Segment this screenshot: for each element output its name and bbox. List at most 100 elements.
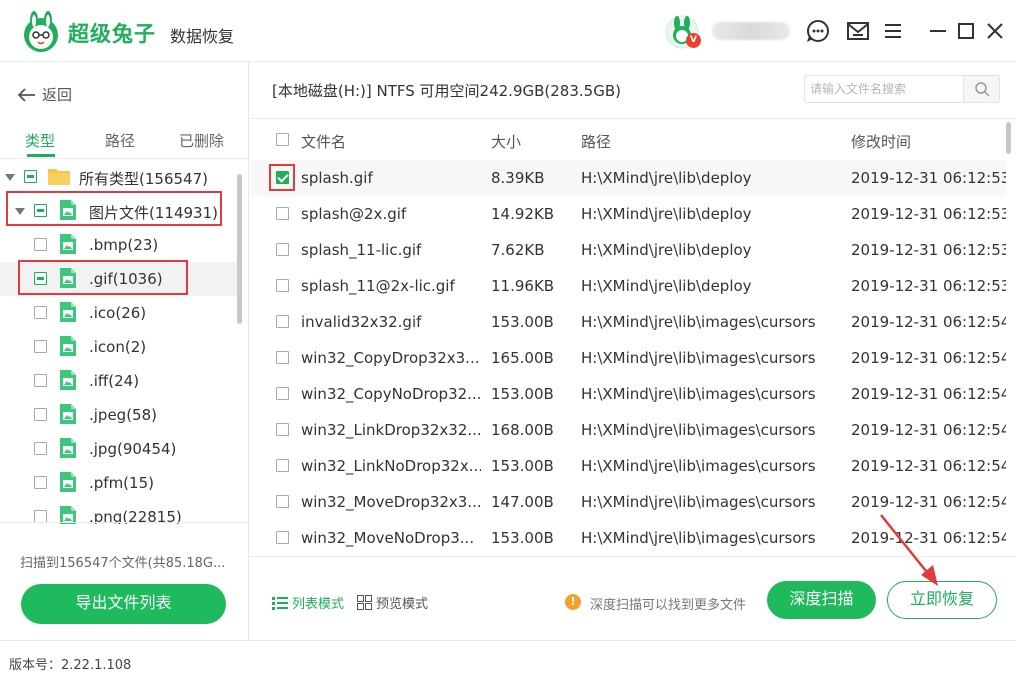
- table-row[interactable]: splash_11-lic.gif 7.62KB H:\XMind\jre\li…: [250, 232, 1006, 268]
- column-header-name[interactable]: 文件名: [301, 131, 346, 152]
- search-button[interactable]: [963, 76, 999, 102]
- folder-icon: [48, 169, 70, 185]
- tree-item-icon[interactable]: .icon(2): [0, 330, 240, 364]
- row-checkbox[interactable]: [276, 387, 289, 400]
- row-checkbox[interactable]: [276, 243, 289, 256]
- row-checkbox[interactable]: [276, 279, 289, 292]
- cell-size: 153.00B: [491, 385, 554, 403]
- tab-path[interactable]: 路径: [105, 130, 135, 151]
- tree-item-all-types[interactable]: 所有类型(156547): [0, 160, 240, 194]
- table-row[interactable]: win32_MoveNoDrop3... 153.00B H:\XMind\jr…: [250, 520, 1006, 556]
- tree-checkbox[interactable]: [34, 374, 47, 387]
- cell-name: win32_LinkNoDrop32x...: [301, 457, 481, 475]
- cell-mtime: 2019-12-31 06:12:53: [851, 277, 1006, 295]
- table-scrollbar[interactable]: [1006, 122, 1011, 154]
- cell-path: H:\XMind\jre\lib\images\cursors: [581, 385, 816, 403]
- table-row[interactable]: invalid32x32.gif 153.00B H:\XMind\jre\li…: [250, 304, 1006, 340]
- tab-type[interactable]: 类型: [25, 130, 55, 151]
- tab-deleted[interactable]: 已删除: [179, 130, 224, 151]
- select-all-checkbox[interactable]: [276, 133, 289, 146]
- list-view-icon: [272, 596, 288, 610]
- search-icon: [975, 82, 990, 97]
- maximize-icon[interactable]: [953, 18, 979, 44]
- deep-scan-tip: 深度扫描可以找到更多文件: [590, 598, 747, 613]
- preview-mode-label: 预览模式: [376, 597, 429, 612]
- cell-name: win32_MoveDrop32x3...: [301, 493, 481, 511]
- cell-name: invalid32x32.gif: [301, 313, 422, 331]
- tree-checkbox[interactable]: [34, 340, 47, 353]
- row-checkbox[interactable]: [276, 315, 289, 328]
- row-checkbox[interactable]: [276, 531, 289, 544]
- cell-mtime: 2019-12-31 06:12:54: [851, 313, 1006, 331]
- column-header-mtime[interactable]: 修改时间: [851, 131, 911, 152]
- image-file-icon: [60, 370, 76, 390]
- tree-item-iff[interactable]: .iff(24): [0, 364, 240, 398]
- column-header-path[interactable]: 路径: [581, 131, 611, 152]
- menu-icon[interactable]: [880, 18, 906, 44]
- tree-checkbox[interactable]: [34, 442, 47, 455]
- cell-size: 153.00B: [491, 529, 554, 547]
- cell-name: splash_11@2x-lic.gif: [301, 277, 455, 295]
- support-icon[interactable]: [805, 18, 831, 44]
- row-checkbox[interactable]: [276, 459, 289, 472]
- cell-size: 8.39KB: [491, 169, 545, 187]
- recover-now-button[interactable]: 立即恢复: [887, 581, 997, 619]
- tree-checkbox[interactable]: [34, 306, 47, 319]
- tree-checkbox[interactable]: [24, 170, 37, 183]
- caret-down-icon[interactable]: [5, 174, 15, 181]
- table-row[interactable]: win32_MoveDrop32x3... 147.00B H:\XMind\j…: [250, 484, 1006, 520]
- row-checkbox[interactable]: [276, 351, 289, 364]
- cell-size: 153.00B: [491, 313, 554, 331]
- image-file-icon: [60, 234, 76, 254]
- tree-scrollbar[interactable]: [237, 174, 242, 324]
- deep-scan-button[interactable]: 深度扫描: [767, 581, 876, 619]
- row-checkbox[interactable]: [276, 423, 289, 436]
- list-mode-toggle[interactable]: 列表模式: [272, 593, 344, 612]
- message-icon[interactable]: [845, 18, 871, 44]
- tree-label: .jpg(90454): [89, 440, 177, 458]
- tree-label: .jpeg(58): [89, 406, 157, 424]
- image-file-icon: [60, 336, 76, 356]
- table-row[interactable]: splash_11@2x-lic.gif 11.96KB H:\XMind\jr…: [250, 268, 1006, 304]
- tree-item-bmp[interactable]: .bmp(23): [0, 228, 240, 262]
- tree-item-png[interactable]: .png(22815): [0, 500, 240, 524]
- table-row[interactable]: win32_LinkDrop32x32.... 168.00B H:\XMind…: [250, 412, 1006, 448]
- title-bar: 超级兔子 数据恢复 V: [0, 0, 1016, 62]
- cell-name: win32_CopyDrop32x3...: [301, 349, 480, 367]
- tree-checkbox[interactable]: [34, 238, 47, 251]
- username-blurred[interactable]: [712, 22, 790, 40]
- table-row[interactable]: win32_LinkNoDrop32x... 153.00B H:\XMind\…: [250, 448, 1006, 484]
- tree-item-jpg[interactable]: .jpg(90454): [0, 432, 240, 466]
- brand-name: 超级兔子: [68, 21, 156, 46]
- table-row[interactable]: splash@2x.gif 14.92KB H:\XMind\jre\lib\d…: [250, 196, 1006, 232]
- close-icon[interactable]: [982, 18, 1008, 44]
- back-button[interactable]: 返回: [18, 84, 72, 105]
- cell-name: splash.gif: [301, 169, 373, 187]
- table-row[interactable]: splash.gif 8.39KB H:\XMind\jre\lib\deplo…: [250, 160, 1006, 196]
- search-box: [804, 75, 1000, 103]
- tree-item-pfm[interactable]: .pfm(15): [0, 466, 240, 500]
- tree-label: .iff(24): [89, 372, 140, 390]
- back-label: 返回: [42, 86, 73, 104]
- tree-item-ico[interactable]: .ico(26): [0, 296, 240, 330]
- search-input[interactable]: [805, 76, 963, 102]
- preview-mode-toggle[interactable]: 预览模式: [357, 593, 428, 612]
- tree-item-jpeg[interactable]: .jpeg(58): [0, 398, 240, 432]
- minimize-icon[interactable]: [925, 18, 951, 44]
- tree-label: .ico(26): [89, 304, 147, 322]
- row-checkbox[interactable]: [276, 495, 289, 508]
- export-file-list-button[interactable]: 导出文件列表: [21, 584, 226, 624]
- table-row[interactable]: win32_CopyDrop32x3... 165.00B H:\XMind\j…: [250, 340, 1006, 376]
- version-label: 版本号：2.22.1.108: [9, 658, 132, 673]
- cell-mtime: 2019-12-31 06:12:54: [851, 349, 1006, 367]
- tree-checkbox[interactable]: [34, 476, 47, 489]
- cell-path: H:\XMind\jre\lib\images\cursors: [581, 457, 816, 475]
- row-checkbox[interactable]: [276, 207, 289, 220]
- tree-label: .bmp(23): [89, 236, 159, 254]
- column-header-size[interactable]: 大小: [491, 131, 521, 152]
- cell-size: 7.62KB: [491, 241, 545, 259]
- table-row[interactable]: win32_CopyNoDrop32... 153.00B H:\XMind\j…: [250, 376, 1006, 412]
- tree-checkbox[interactable]: [34, 408, 47, 421]
- cell-path: H:\XMind\jre\lib\images\cursors: [581, 529, 816, 547]
- cell-mtime: 2019-12-31 06:12:53: [851, 205, 1006, 223]
